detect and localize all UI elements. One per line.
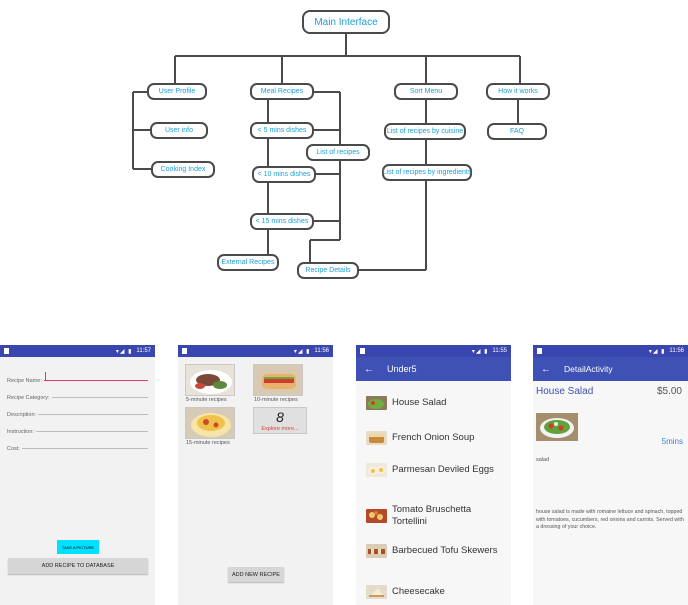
screen-title: DetailActivity bbox=[564, 364, 613, 374]
app-bar: ← Under5 bbox=[356, 357, 511, 381]
recipe-price: $5.00 bbox=[656, 386, 682, 397]
cost-input[interactable] bbox=[21, 448, 148, 449]
status-time: 11:55 bbox=[492, 348, 507, 354]
phone-recipe-categories: ▾◢ ▮ 11:56 5-minute recipes 10-minute re… bbox=[178, 345, 333, 605]
signal-battery-icon: ▾◢ ▮ bbox=[471, 348, 489, 355]
eggs-thumbnail bbox=[366, 463, 387, 477]
take-picture-button[interactable]: TAKE A PICTURE bbox=[57, 540, 99, 554]
recipe-category-label: Recipe Category: bbox=[7, 395, 50, 401]
node-list-by-cuisine: List of recipes by cuisine bbox=[384, 123, 466, 140]
house-salad-image bbox=[536, 413, 578, 441]
instruction-field[interactable]: Instruction: bbox=[7, 423, 148, 435]
ten-minute-recipes-tile[interactable] bbox=[253, 364, 303, 396]
status-bar: ▾◢ ▮ 11:55 bbox=[356, 345, 511, 357]
fifteen-minute-recipes-tile[interactable] bbox=[185, 407, 235, 439]
recipe-name: House Salad bbox=[536, 386, 594, 397]
list-item[interactable]: Parmesan Deviled Eggs bbox=[366, 463, 507, 477]
status-time: 11:56 bbox=[314, 348, 329, 354]
cost-label: Cost: bbox=[7, 446, 20, 452]
recipe-category-input[interactable] bbox=[51, 397, 148, 398]
add-recipe-to-database-button[interactable]: ADD RECIPE TO DATABASE bbox=[8, 558, 148, 574]
add-new-recipe-button[interactable]: ADD NEW RECIPE bbox=[228, 567, 284, 582]
steak-plate-image bbox=[186, 365, 234, 395]
back-arrow-icon[interactable]: ← bbox=[364, 364, 374, 375]
list-item-label: Barbecued Tofu Skewers bbox=[392, 545, 498, 556]
signal-battery-icon: ▾◢ ▮ bbox=[293, 348, 311, 355]
node-under-5: < 5 mins dishes bbox=[250, 122, 314, 139]
explore-digit: 8 bbox=[276, 409, 284, 425]
list-item[interactable]: Cheesecake bbox=[366, 585, 507, 599]
sd-card-icon bbox=[182, 348, 187, 354]
phone-detail-activity: ▾◢ ▮ 11:56 ← DetailActivity House Salad … bbox=[533, 345, 688, 605]
phone-under5-list: ▾◢ ▮ 11:55 ← Under5 House Salad French O… bbox=[356, 345, 511, 605]
list-item[interactable]: French Onion Soup bbox=[366, 431, 507, 445]
list-item[interactable]: House Salad bbox=[366, 396, 507, 410]
tortellini-thumbnail bbox=[366, 509, 387, 523]
recipe-category-field[interactable]: Recipe Category: bbox=[7, 389, 148, 401]
explore-more-label: Explore more... bbox=[261, 426, 299, 432]
description-input[interactable] bbox=[38, 414, 148, 415]
flow-diagram: Main Interface User Profile Meal Recipes… bbox=[0, 0, 688, 290]
cheesecake-thumbnail bbox=[366, 585, 387, 599]
signal-battery-icon: ▾◢ ▮ bbox=[648, 348, 666, 355]
node-meal-recipes: Meal Recipes bbox=[250, 83, 314, 100]
node-main-interface: Main Interface bbox=[302, 10, 390, 34]
sd-card-icon bbox=[4, 348, 9, 354]
node-under-15: < 15 mins dishes bbox=[250, 213, 314, 230]
phone-add-recipe: ▾◢ ▮ 11:57 Recipe Name: Recipe Category:… bbox=[0, 345, 155, 605]
node-list-by-ingredients: List of recipes by ingredients bbox=[382, 164, 472, 181]
cost-field[interactable]: Cost: bbox=[7, 440, 148, 452]
node-how-it-works: How it works bbox=[486, 83, 550, 100]
node-user-info: User info bbox=[150, 122, 208, 139]
recipe-name-field[interactable]: Recipe Name: bbox=[7, 372, 148, 384]
node-external-recipes: External Recipes bbox=[217, 254, 279, 271]
screen-title: Under5 bbox=[387, 364, 417, 374]
pasta-bowl-image bbox=[186, 408, 234, 438]
list-item-label: Tomato Bruschetta Tortellini bbox=[392, 504, 472, 527]
recipe-name-label: Recipe Name: bbox=[7, 378, 42, 384]
status-bar: ▾◢ ▮ 11:56 bbox=[178, 345, 333, 357]
recipe-category: salad bbox=[536, 457, 550, 463]
recipe-description: house salad is made with romaine lettuce… bbox=[536, 509, 684, 530]
list-item-label: Parmesan Deviled Eggs bbox=[392, 464, 494, 475]
five-minute-caption: 5-minute recipes bbox=[186, 397, 227, 403]
list-item-label: Cheesecake bbox=[392, 586, 445, 597]
instruction-input[interactable] bbox=[35, 431, 148, 432]
status-bar: ▾◢ ▮ 11:57 bbox=[0, 345, 155, 357]
list-item-label: House Salad bbox=[392, 397, 447, 408]
time-needed: 5mins bbox=[661, 437, 683, 446]
node-under-10: < 10 mins dishes bbox=[252, 166, 316, 183]
fifteen-minute-caption: 15-minute recipes bbox=[186, 440, 230, 446]
app-bar: ← DetailActivity bbox=[533, 357, 688, 381]
node-faq: FAQ bbox=[487, 123, 547, 140]
ten-minute-caption: 10-minute recipes bbox=[254, 397, 298, 403]
soup-thumbnail bbox=[366, 431, 387, 445]
status-time: 11:57 bbox=[136, 348, 151, 354]
signal-battery-icon: ▾◢ ▮ bbox=[115, 348, 133, 355]
back-arrow-icon[interactable]: ← bbox=[541, 364, 551, 375]
recipe-name-input[interactable] bbox=[43, 372, 148, 381]
node-cooking-index: Cooking Index bbox=[151, 161, 215, 178]
list-item[interactable]: Tomato Bruschetta Tortellini bbox=[366, 504, 507, 528]
salad-thumbnail bbox=[366, 396, 387, 410]
node-user-profile: User Profile bbox=[147, 83, 207, 100]
description-label: Description: bbox=[7, 412, 37, 418]
status-bar: ▾◢ ▮ 11:56 bbox=[533, 345, 688, 357]
sd-card-icon bbox=[537, 348, 542, 354]
instruction-label: Instruction: bbox=[7, 429, 34, 435]
sandwich-image bbox=[254, 365, 302, 395]
five-minute-recipes-tile[interactable] bbox=[185, 364, 235, 396]
description-field[interactable]: Description: bbox=[7, 406, 148, 418]
node-recipe-details: Recipe Details bbox=[297, 262, 359, 279]
node-sort-menu: Sort Menu bbox=[394, 83, 458, 100]
status-time: 11:56 bbox=[669, 348, 684, 354]
list-item-label: French Onion Soup bbox=[392, 432, 475, 443]
node-list-of-recipes: List of recipes bbox=[306, 144, 370, 161]
tofu-skewer-thumbnail bbox=[366, 544, 387, 558]
explore-more-tile[interactable]: 8 Explore more... bbox=[253, 407, 307, 434]
sd-card-icon bbox=[360, 348, 365, 354]
list-item[interactable]: Barbecued Tofu Skewers bbox=[366, 544, 507, 558]
